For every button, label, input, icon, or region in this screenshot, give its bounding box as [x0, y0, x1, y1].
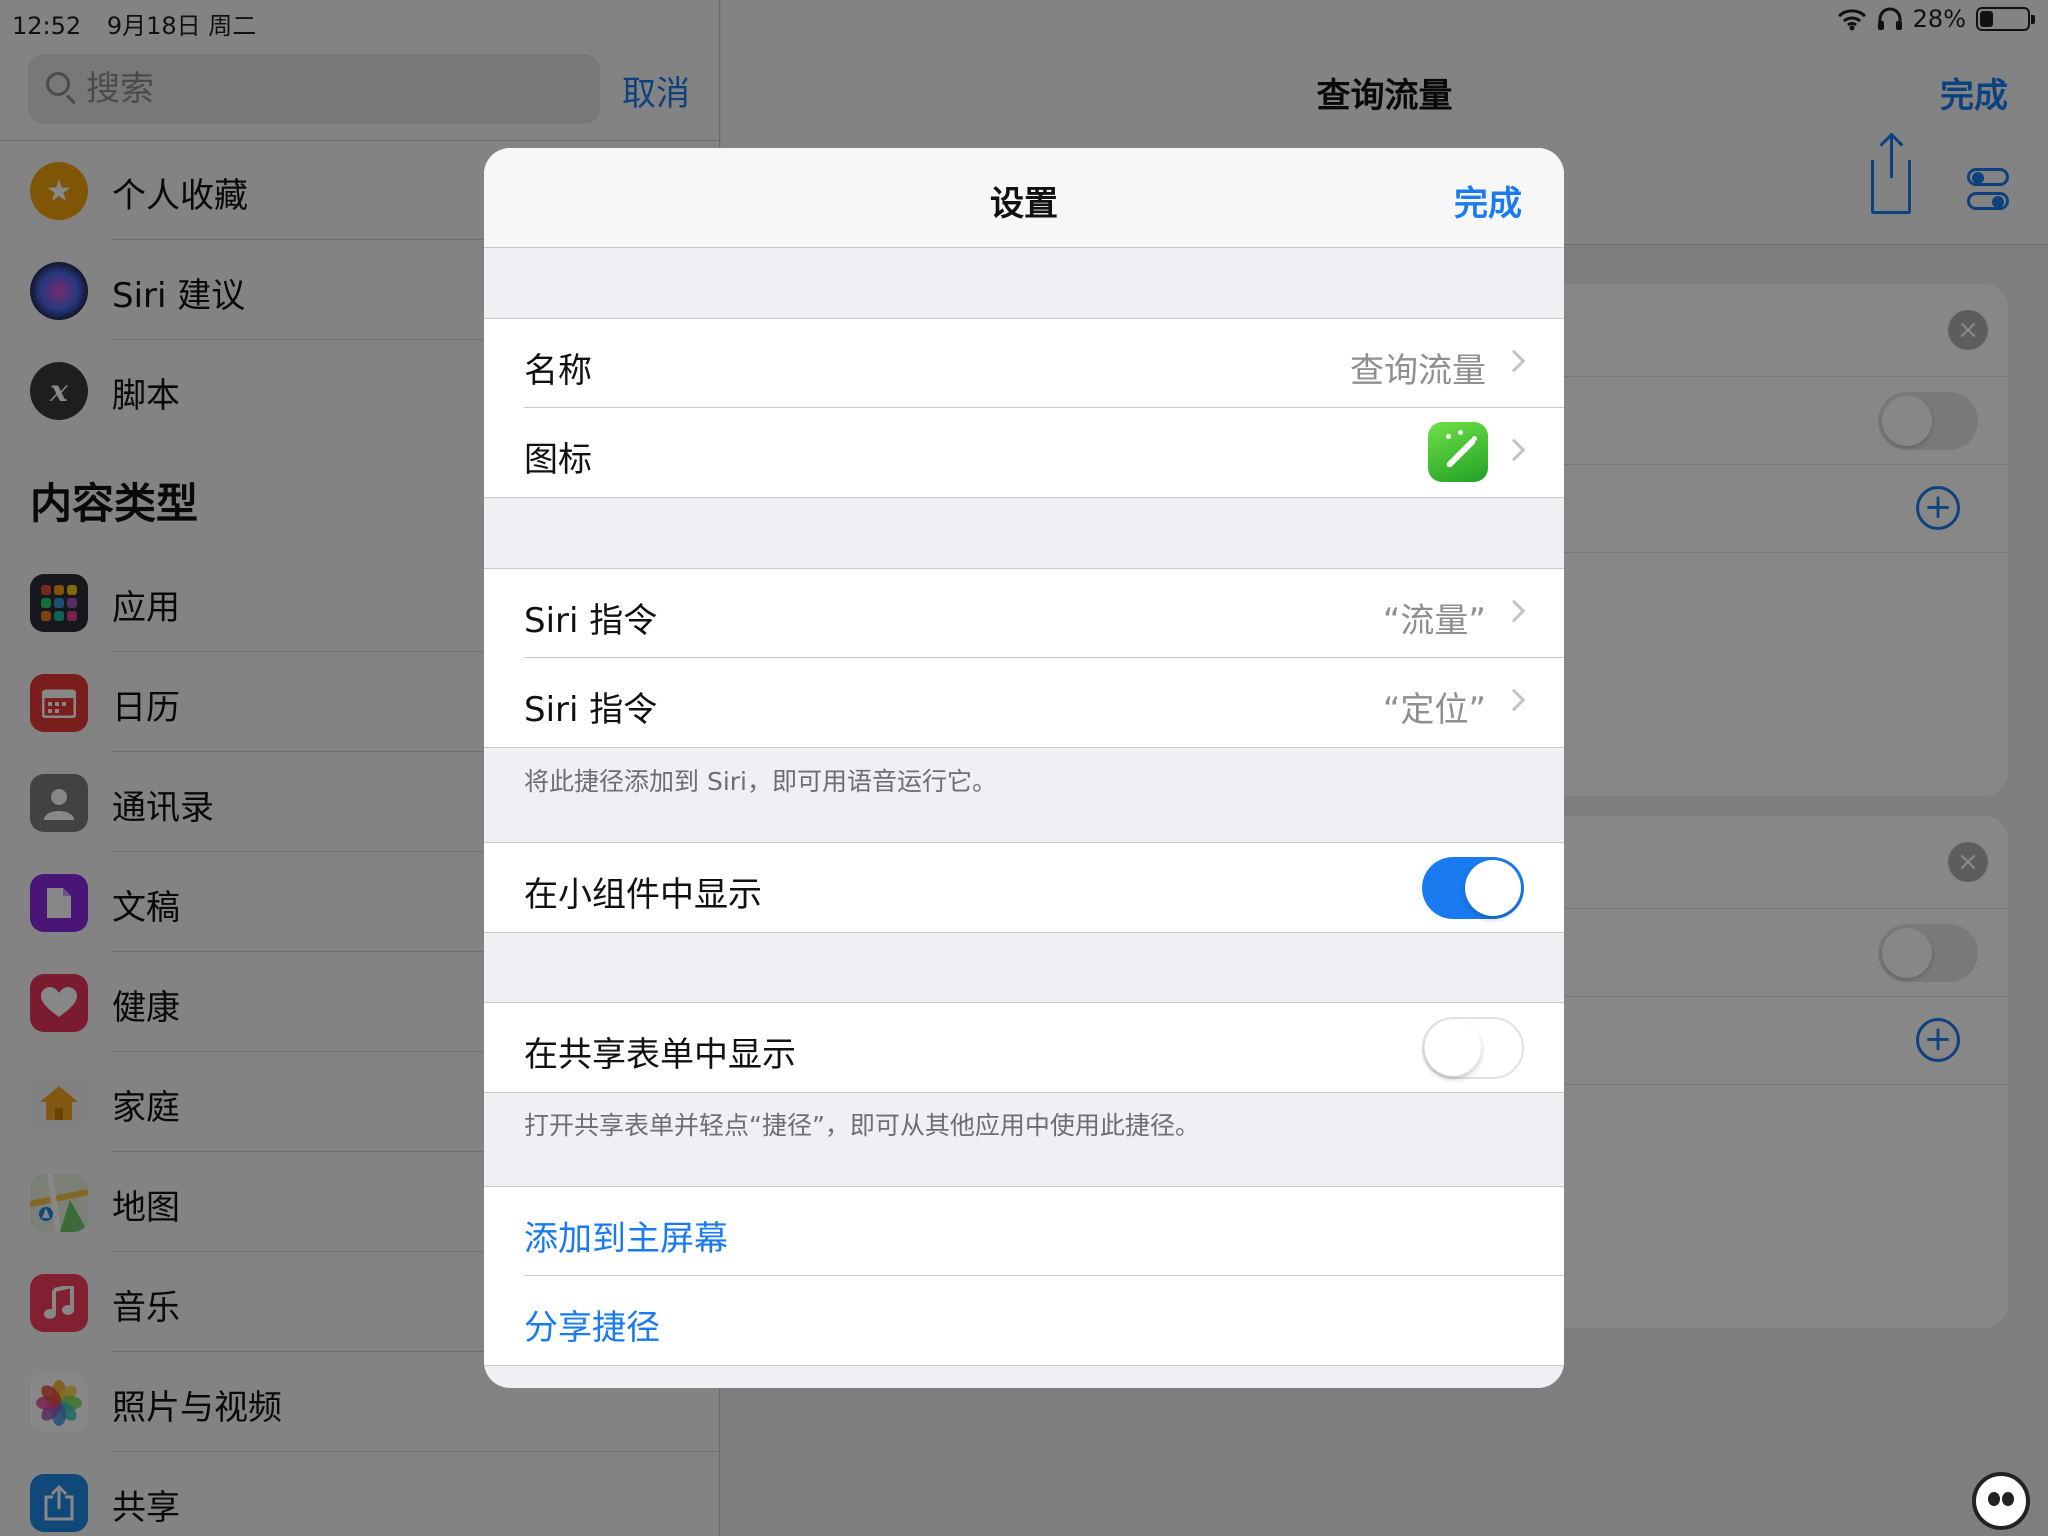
- battery-fill: [1980, 11, 1993, 27]
- chevron-right-icon: [1502, 599, 1526, 623]
- siri-note: 将此捷径添加到 Siri，即可用语音运行它。: [524, 767, 997, 796]
- share-shortcut-label: 分享捷径: [524, 1308, 660, 1348]
- battery-icon: [1976, 7, 2035, 31]
- widget-group: 在小组件中显示: [484, 842, 1564, 933]
- widget-row: 在小组件中显示: [484, 843, 1564, 932]
- widget-label: 在小组件中显示: [524, 875, 762, 915]
- modal-title: 设置: [990, 184, 1058, 224]
- name-icon-group: 名称 查询流量 图标: [484, 318, 1564, 498]
- battery-percent: 28%: [1912, 5, 1966, 33]
- status-time: 12:52: [12, 12, 82, 40]
- widget-toggle[interactable]: [1422, 857, 1524, 919]
- status-date: 9月18日 周二: [106, 12, 257, 40]
- chevron-right-icon: [1502, 438, 1526, 462]
- add-to-home-screen-button[interactable]: 添加到主屏幕: [484, 1187, 1564, 1276]
- siri-group: Siri 指令 “流量” Siri 指令 “定位”: [484, 568, 1564, 748]
- headphones-icon: [1877, 7, 1902, 30]
- siri-phrase-label: Siri 指令: [524, 690, 658, 730]
- share-shortcut-button[interactable]: 分享捷径: [484, 1275, 1564, 1365]
- name-row[interactable]: 名称 查询流量: [484, 319, 1564, 408]
- toggle-knob: [1465, 860, 1521, 916]
- panda-logo-icon: [1972, 1472, 2030, 1530]
- modal-header: 设置 完成: [484, 148, 1564, 248]
- actions-group: 添加到主屏幕 分享捷径: [484, 1186, 1564, 1366]
- icon-label: 图标: [524, 440, 592, 480]
- chevron-right-icon: [1502, 349, 1526, 373]
- share-sheet-row: 在共享表单中显示: [484, 1003, 1564, 1092]
- site-watermark: [1972, 1472, 2034, 1530]
- add-to-home-screen-label: 添加到主屏幕: [524, 1219, 728, 1259]
- status-bar: 12:52 9月18日 周二 28%: [0, 0, 2048, 40]
- share-sheet-label: 在共享表单中显示: [524, 1035, 796, 1075]
- toggle-knob: [1425, 1020, 1481, 1076]
- siri-phrase-value: “定位”: [1382, 690, 1486, 730]
- siri-phrase-label: Siri 指令: [524, 601, 658, 641]
- share-sheet-note: 打开共享表单并轻点“捷径”，即可从其他应用中使用此捷径。: [524, 1111, 1200, 1140]
- chevron-right-icon: [1502, 688, 1526, 712]
- settings-modal: 设置 完成 名称 查询流量 图标 Siri 指令 “流量” Siri 指令 “定…: [484, 148, 1564, 1388]
- share-sheet-toggle[interactable]: [1422, 1017, 1524, 1079]
- name-label: 名称: [524, 351, 592, 391]
- share-sheet-group: 在共享表单中显示: [484, 1002, 1564, 1093]
- siri-phrase-row[interactable]: Siri 指令 “定位”: [484, 657, 1564, 747]
- magic-wand-icon: [1428, 422, 1488, 482]
- modal-done-button[interactable]: 完成: [1454, 176, 1522, 225]
- siri-phrase-value: “流量”: [1382, 601, 1486, 641]
- name-value: 查询流量: [1350, 351, 1486, 391]
- wifi-icon: [1837, 9, 1866, 31]
- icon-row[interactable]: 图标: [484, 407, 1564, 497]
- siri-phrase-row[interactable]: Siri 指令 “流量”: [484, 569, 1564, 658]
